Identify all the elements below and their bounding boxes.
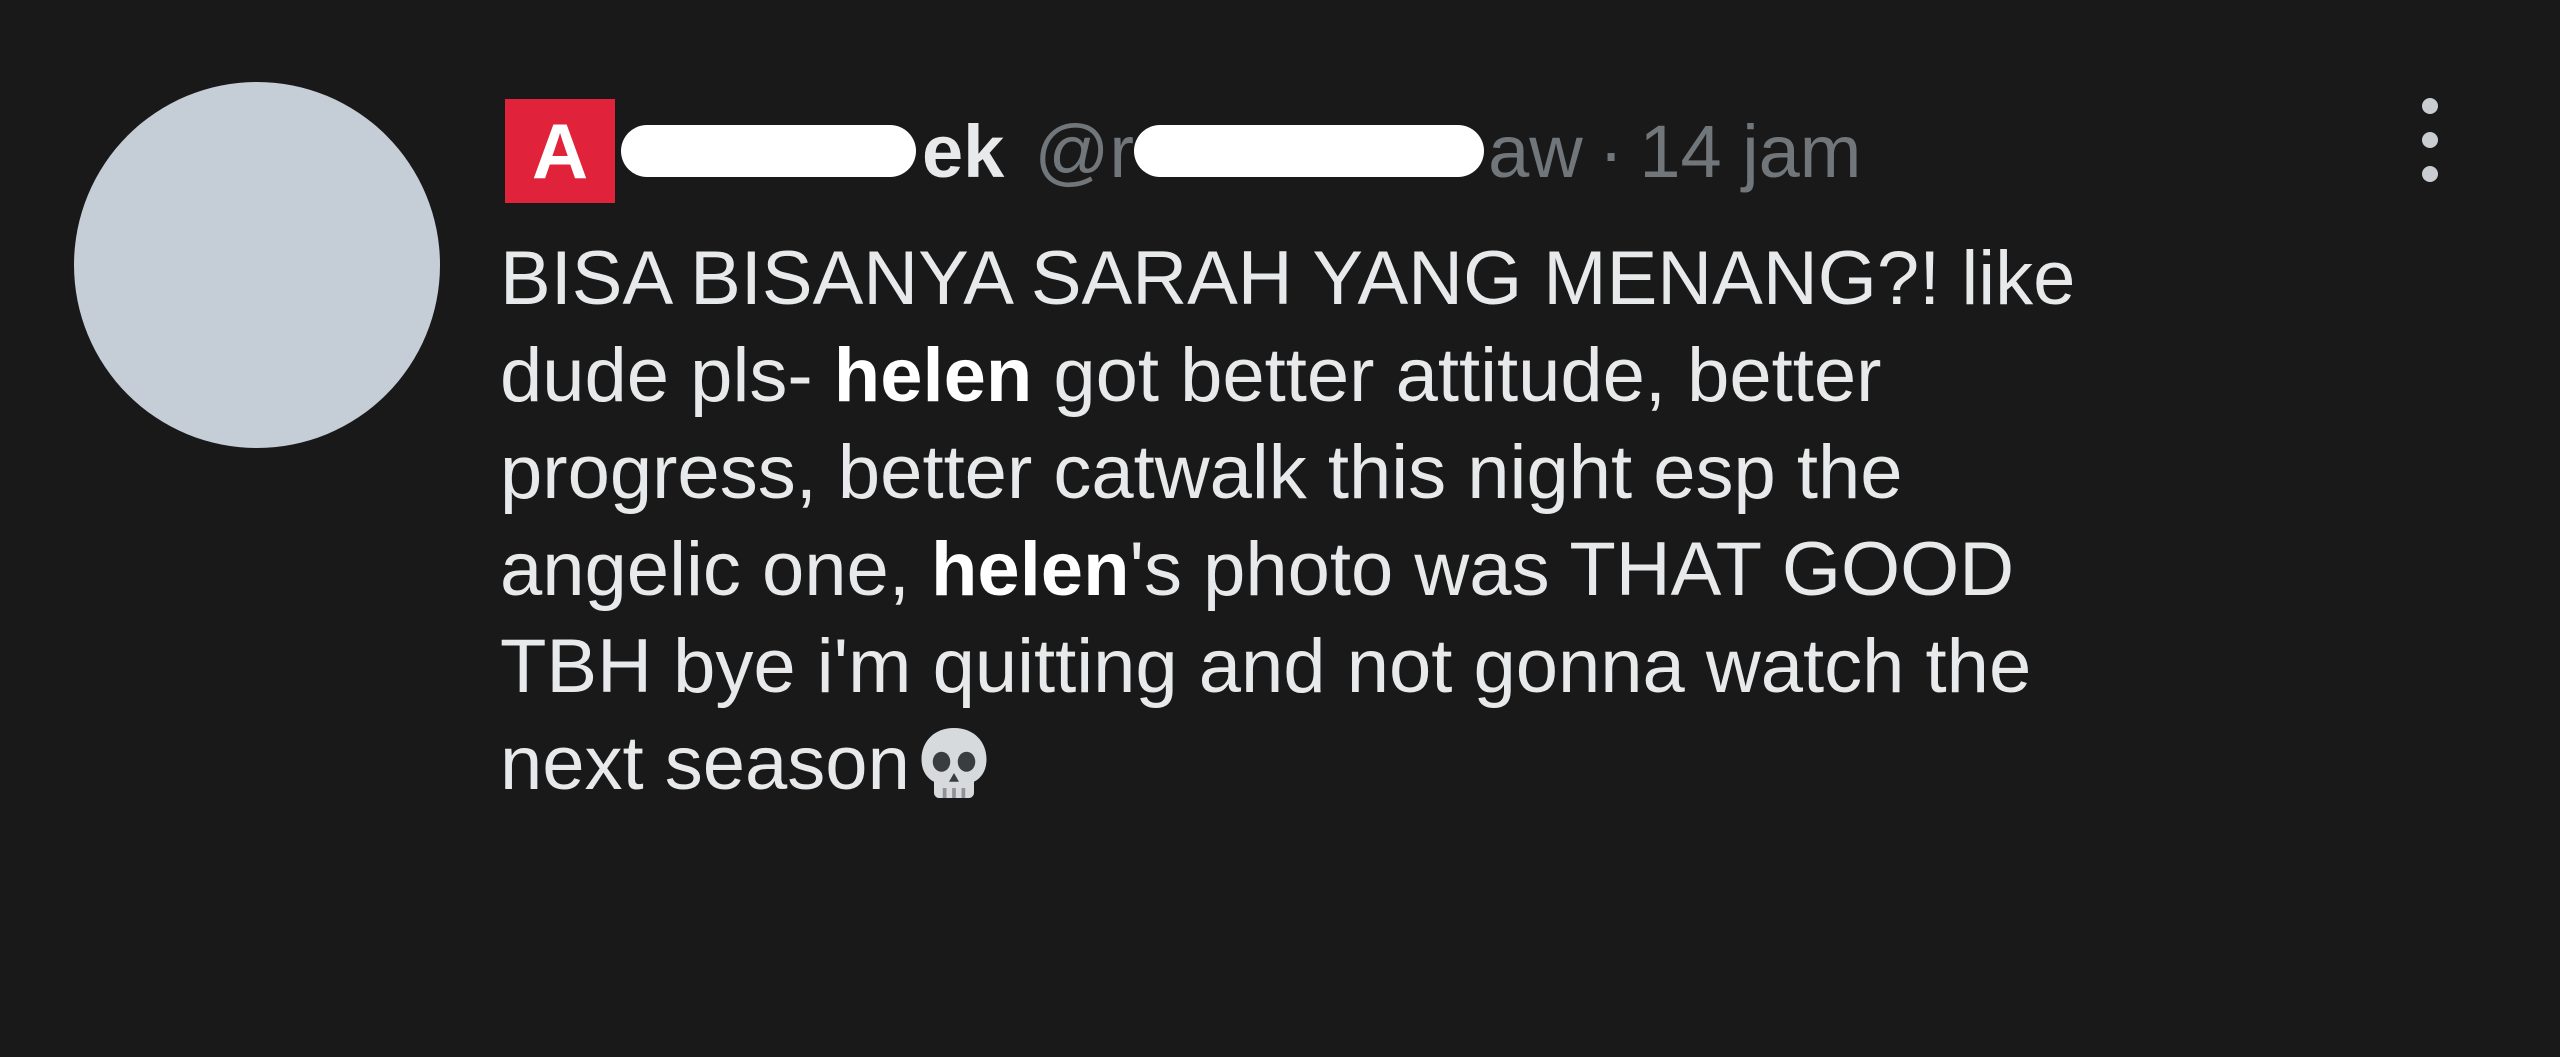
tweet-line: TBH bye i'm quitting and not gonna watch… [500,618,2520,715]
tweet-line: dude pls- helen got better attitude, bet… [500,327,2520,424]
handle-suffix[interactable]: aw [1488,109,1583,194]
more-dot [2422,166,2438,182]
highlighted-word: helen [833,333,1033,418]
avatar[interactable] [74,82,440,448]
redacted-name-block [621,125,916,177]
tweet-line: progress, better catwalk this night esp … [500,424,2520,521]
tweet-line: next season [500,715,2520,812]
name-badge-icon: A [505,99,615,203]
highlighted-word: helen [931,527,1130,612]
text-segment: got better attitude, better [1032,333,1882,418]
handle-prefix[interactable]: @r [1034,109,1134,194]
tweet-card[interactable]: A ek @r aw · 14 jam BISA BISANYA SARAH Y… [0,0,2560,1057]
timestamp[interactable]: 14 jam [1639,109,1861,194]
text-segment: next season [500,721,910,806]
more-dot [2422,98,2438,114]
more-dot [2422,132,2438,148]
text-segment: dude pls- [500,333,834,418]
text-segment: 's photo was THAT GOOD [1129,527,2015,612]
more-options-icon[interactable] [2410,90,2450,190]
tweet-line: BISA BISANYA SARAH YANG MENANG?! like [500,230,2520,327]
tweet-header: A ek @r aw · 14 jam [505,96,1861,206]
text-segment: progress, better catwalk this night esp … [500,430,1903,515]
skull-emoji-icon [921,728,987,798]
time-separator: · [1598,109,1624,193]
tweet-line: angelic one, helen's photo was THAT GOOD [500,521,2520,618]
text-segment: BISA BISANYA SARAH YANG MENANG?! like [500,236,2076,321]
tweet-text: BISA BISANYA SARAH YANG MENANG?! like du… [500,230,2520,812]
display-name[interactable]: ek [922,109,1004,194]
redacted-handle-block [1134,125,1485,177]
text-segment: angelic one, [500,527,931,612]
text-segment: TBH bye i'm quitting and not gonna watch… [500,624,2032,709]
